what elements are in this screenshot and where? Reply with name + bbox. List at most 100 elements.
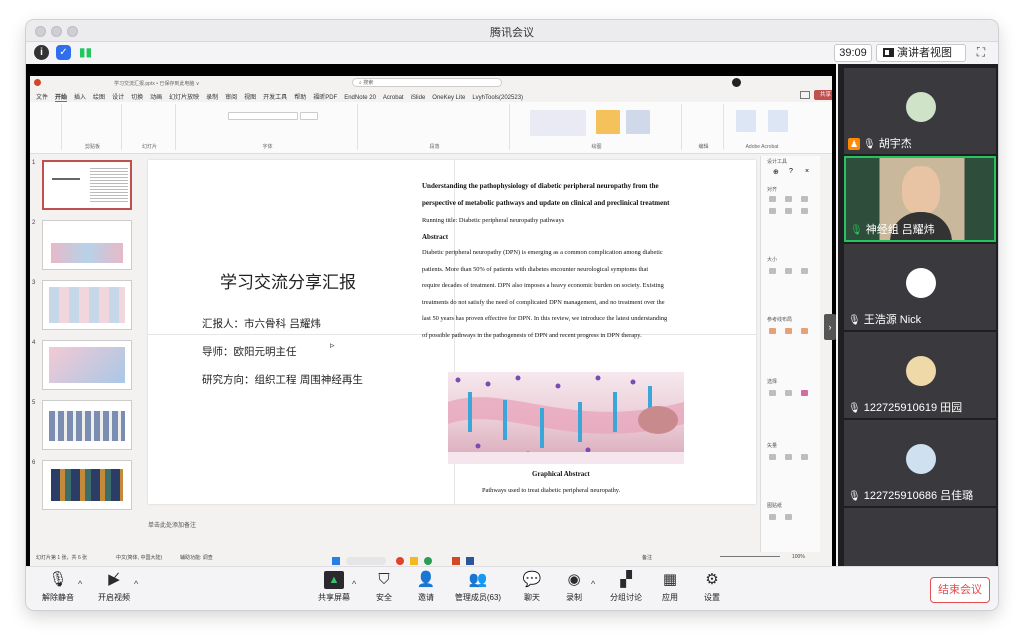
chevron-up-icon[interactable]: ^ [352, 579, 356, 589]
taskbar-app-icon[interactable] [466, 557, 474, 565]
chevron-up-icon[interactable]: ^ [591, 579, 595, 589]
ribbon-tab[interactable]: 录制 [206, 95, 218, 101]
guide-icon[interactable] [801, 328, 808, 334]
sticker-icon[interactable] [785, 514, 792, 520]
breakout-rooms-button[interactable]: ▞ 分组讨论 [606, 571, 646, 603]
participant-tile[interactable]: 🎙 122725910686 吕佳璐 [844, 420, 996, 506]
ribbon-tab[interactable]: Acrobat [383, 95, 404, 101]
ppt-search[interactable]: ⌕ 搜索 [352, 78, 502, 87]
ribbon-tab[interactable]: 帮助 [294, 95, 306, 101]
sticker-icon[interactable] [769, 514, 776, 520]
create-pdf-icon[interactable] [736, 110, 756, 132]
select-icon[interactable] [785, 390, 792, 396]
start-video-button[interactable]: ▶̸ 开启视频 [92, 571, 136, 603]
vector-icon[interactable] [769, 454, 776, 460]
align-left-icon[interactable] [769, 196, 776, 202]
taskbar-app-icon[interactable] [452, 557, 460, 565]
align-right-icon[interactable] [801, 196, 808, 202]
participant-tile-speaking[interactable]: 🎙 神经组 吕耀炜 [844, 156, 996, 242]
select-icon[interactable] [801, 390, 808, 396]
vector-icon[interactable] [785, 454, 792, 460]
participant-tile[interactable]: ♟ 🎙 胡宇杰 [844, 68, 996, 154]
slide-thumbnail-2[interactable] [42, 220, 132, 270]
guide-icon[interactable] [769, 328, 776, 334]
security-button[interactable]: ⛉ 安全 [368, 571, 400, 603]
participant-tile[interactable] [844, 508, 996, 566]
taskbar-app-icon[interactable] [410, 557, 418, 565]
ribbon-tab[interactable]: 设计 [112, 95, 124, 101]
add-icon[interactable]: ⊕ [773, 168, 779, 176]
user-avatar[interactable] [732, 78, 741, 87]
guide-icon[interactable] [785, 328, 792, 334]
chevron-up-icon[interactable]: ^ [134, 579, 138, 589]
unmute-button[interactable]: 🎙 解除静音 [36, 571, 80, 603]
arrange-icon[interactable] [596, 110, 620, 134]
apps-button[interactable]: ▦ 应用 [654, 571, 686, 603]
notes-pane[interactable]: 单击此处添加备注 [148, 520, 756, 534]
ribbon-tab[interactable]: 切换 [131, 95, 143, 101]
ribbon-tab[interactable]: 绘图 [93, 95, 105, 101]
request-signature-icon[interactable] [768, 110, 788, 132]
comment-icon[interactable] [800, 91, 810, 99]
info-icon[interactable]: i [34, 45, 49, 60]
taskbar-search[interactable] [346, 557, 386, 565]
language-indicator[interactable]: 中文(简体, 中国大陆) [116, 554, 162, 561]
font-size-input[interactable] [300, 112, 318, 120]
shapes-gallery[interactable] [530, 110, 586, 136]
chevron-up-icon[interactable]: ^ [78, 579, 82, 589]
align-bottom-icon[interactable] [801, 208, 808, 214]
share-screen-button[interactable]: ▲ 共享屏幕 [312, 571, 356, 603]
accessibility-indicator[interactable]: 辅助功能: 调查 [180, 554, 213, 561]
align-middle-icon[interactable] [785, 208, 792, 214]
record-button[interactable]: ◉ 录制 [558, 571, 590, 603]
manage-participants-button[interactable]: 👥 管理成员(63) [452, 571, 504, 603]
slide-thumbnail-3[interactable] [42, 280, 132, 330]
help-icon[interactable]: ? [789, 168, 793, 175]
ribbon-tab[interactable]: OneKey Lite [432, 95, 465, 101]
ribbon-tab[interactable]: 审阅 [225, 95, 237, 101]
align-top-icon[interactable] [769, 208, 776, 214]
fullscreen-icon[interactable]: ⛶ [972, 44, 990, 62]
ribbon-tab[interactable]: 福昕PDF [313, 95, 337, 101]
ribbon-tab[interactable]: 开发工具 [263, 95, 287, 101]
collapse-panel-handle[interactable]: › [824, 314, 836, 340]
select-icon[interactable] [769, 390, 776, 396]
ribbon-tab[interactable]: 开始 [55, 95, 68, 102]
ribbon-tab[interactable]: iSlide [411, 95, 426, 101]
slide-thumbnail-1[interactable] [42, 160, 132, 210]
taskbar-app-icon[interactable] [396, 557, 404, 565]
align-center-icon[interactable] [785, 196, 792, 202]
font-name-input[interactable] [228, 112, 298, 120]
participant-tile[interactable]: 🎙 122725910619 田园 [844, 332, 996, 418]
ribbon-tab[interactable]: 动画 [150, 95, 162, 101]
current-slide[interactable]: 学习交流分享汇报 汇报人：市六骨科 吕耀炜 导师：欧阳元明主任 研究方向：组织工… [148, 160, 756, 504]
close-icon[interactable]: × [805, 168, 809, 175]
speaker-view-button[interactable]: 演讲者视图 ▾ [876, 44, 966, 74]
quick-styles-icon[interactable] [626, 110, 650, 134]
share-button[interactable]: 共享 [814, 90, 832, 100]
invite-button[interactable]: 👤 邀请 [410, 571, 442, 603]
end-meeting-button[interactable]: 结束会议 [930, 577, 990, 603]
slide-thumbnail-5[interactable] [42, 400, 132, 450]
taskbar-app-icon[interactable] [424, 557, 432, 565]
slide-thumbnail-6[interactable] [42, 460, 132, 510]
size-icon[interactable] [801, 268, 808, 274]
slide-thumbnail-4[interactable] [42, 340, 132, 390]
signal-icon[interactable]: ▮▮ [78, 45, 93, 60]
shield-icon[interactable]: ✓ [56, 45, 71, 60]
size-icon[interactable] [769, 268, 776, 274]
ribbon-tab[interactable]: 视图 [244, 95, 256, 101]
vector-icon[interactable] [801, 454, 808, 460]
ribbon-tab[interactable]: 文件 [36, 95, 48, 101]
chat-button[interactable]: 💬 聊天 [516, 571, 548, 603]
size-icon[interactable] [785, 268, 792, 274]
settings-button[interactable]: ⚙ 设置 [696, 571, 728, 603]
abstract-line: last 50 years has proven effective for D… [422, 315, 668, 323]
slide-number: 1 [32, 160, 36, 166]
ribbon-tab[interactable]: 插入 [74, 95, 86, 101]
ribbon-tab[interactable]: EndNote 20 [344, 95, 376, 101]
ribbon-tab[interactable]: 幻灯片放映 [169, 95, 199, 101]
ribbon-tab[interactable]: LvyhTools(202523) [472, 95, 523, 101]
participant-tile[interactable]: 🎙 王浩源 Nick [844, 244, 996, 330]
windows-start-icon[interactable] [332, 557, 340, 565]
